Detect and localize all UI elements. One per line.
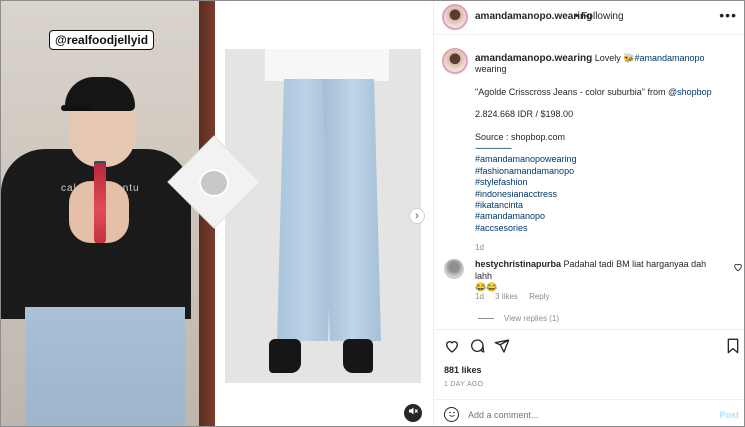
- caption-username[interactable]: amandamanopo.wearing: [475, 53, 592, 64]
- video-frame[interactable]: calon menantu @realfoodjellyid: [1, 1, 215, 426]
- comment-avatar[interactable]: [444, 259, 464, 279]
- bookmark-icon[interactable]: [726, 338, 740, 358]
- jeans-product-photo: [225, 49, 421, 383]
- view-replies-label[interactable]: View replies (1): [504, 314, 559, 323]
- chevron-right-icon[interactable]: ›: [409, 208, 425, 224]
- more-options-icon[interactable]: •••: [719, 7, 737, 23]
- following-label[interactable]: Following: [581, 11, 623, 22]
- caption-text: amandamanopo.wearing Lovely 🐝#amandamano…: [475, 53, 737, 254]
- caption-lead: Lovely 🐝: [594, 53, 635, 63]
- comment-time[interactable]: 1d: [475, 292, 484, 301]
- comment-emojis: 😂😂: [475, 282, 498, 292]
- heart-icon[interactable]: [444, 338, 460, 358]
- left-boot: [269, 339, 301, 373]
- hashtag-link[interactable]: #amandamanopowearing: [475, 154, 737, 165]
- emoji-icon[interactable]: [444, 407, 459, 422]
- hashtag-link[interactable]: #stylefashion: [475, 177, 737, 188]
- post-timestamp[interactable]: 1 DAY AGO: [444, 381, 483, 388]
- share-icon[interactable]: [494, 338, 510, 358]
- hashtag-link[interactable]: #indonesianacctress: [475, 189, 737, 200]
- caption-price: 2.824.668 IDR / $198.00: [475, 109, 574, 120]
- separator-dot: •: [575, 11, 579, 22]
- add-comment-bar: Post: [434, 399, 744, 426]
- cap-brim: [61, 105, 91, 111]
- video-tag-label: @realfoodjellyid: [49, 30, 155, 50]
- post-header: amandamanopo.wearing • Following •••: [434, 1, 744, 35]
- caption-product: "Agolde Crisscross Jeans - color suburbi…: [475, 86, 668, 97]
- model-shirt: [265, 49, 389, 81]
- instagram-post-modal: calon menantu @realfoodjellyid ›: [0, 0, 745, 427]
- post-sidebar: amandamanopo.wearing • Following ••• ama…: [433, 1, 744, 426]
- likes-count[interactable]: 881 likes: [444, 365, 482, 375]
- caption-source: Source : shopbop.com: [475, 131, 566, 142]
- action-bar: [434, 329, 744, 359]
- post-button[interactable]: Post: [719, 410, 739, 420]
- right-boot: [343, 339, 373, 373]
- comment-reply-button[interactable]: Reply: [529, 292, 549, 301]
- comment-username[interactable]: hestychristinapurba: [475, 259, 561, 269]
- speaker-muted-icon[interactable]: [404, 404, 422, 422]
- product-bottle: [94, 163, 106, 243]
- comment-text: hestychristinapurba Padahal tadi BM liat…: [475, 259, 720, 294]
- post-media[interactable]: calon menantu @realfoodjellyid ›: [1, 1, 433, 426]
- comment-icon[interactable]: [469, 338, 485, 358]
- hashtag-link[interactable]: #accsesories: [475, 223, 737, 234]
- caption-avatar[interactable]: [442, 48, 468, 74]
- view-replies-button[interactable]: View replies (1): [478, 314, 559, 323]
- comment-like-heart-icon[interactable]: [733, 262, 743, 275]
- following-status[interactable]: • Following: [575, 11, 624, 22]
- caption-lead-tail: wearing: [475, 64, 507, 75]
- comment-likes[interactable]: 3 likes: [495, 292, 518, 301]
- hashtag-link[interactable]: #ikatancinta: [475, 200, 737, 211]
- watermark-avatar: [199, 169, 229, 197]
- avatar[interactable]: [442, 4, 468, 30]
- hashtag-link[interactable]: #amandamanopo: [475, 211, 737, 222]
- jeans-right-leg: [323, 79, 381, 341]
- comment-meta: 1d 3 likes Reply: [475, 292, 559, 301]
- caption-divider: ------------------: [475, 143, 512, 154]
- caption-product-link[interactable]: @shopbop: [668, 87, 712, 97]
- person-jeans: [25, 307, 185, 426]
- caption-time[interactable]: 1d: [475, 242, 737, 253]
- product-panel: [215, 1, 433, 426]
- caption-mention[interactable]: #amandamanopo: [635, 53, 705, 63]
- hashtag-link[interactable]: #fashionamandamanopo: [475, 166, 737, 177]
- replies-line: [478, 318, 494, 320]
- comment-input[interactable]: [468, 410, 688, 420]
